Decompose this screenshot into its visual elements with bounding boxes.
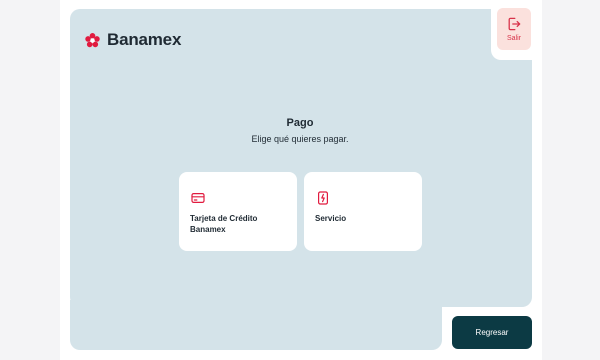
brand-name: Banamex xyxy=(107,30,182,49)
brand-logo: Banamex xyxy=(84,30,181,50)
option-credit-card-label: Tarjeta de Crédito Banamex xyxy=(190,214,258,234)
exit-button[interactable]: Salir xyxy=(497,8,531,50)
main-panel-bottom xyxy=(70,300,442,350)
back-button[interactable]: Regresar xyxy=(452,316,532,349)
page-subtitle: Elige qué quieres pagar. xyxy=(251,134,349,144)
banamex-logo-icon xyxy=(85,32,100,47)
main-panel xyxy=(70,9,532,307)
option-credit-card[interactable]: Tarjeta de Crédito Banamex xyxy=(179,172,297,251)
receipt-icon xyxy=(318,191,328,205)
option-service-label: Servicio xyxy=(315,214,347,223)
credit-card-icon xyxy=(191,193,205,203)
exit-label: Salir xyxy=(506,35,521,42)
logout-icon xyxy=(508,17,521,31)
option-service[interactable]: Servicio xyxy=(304,172,422,251)
page-title: Pago xyxy=(286,117,314,129)
